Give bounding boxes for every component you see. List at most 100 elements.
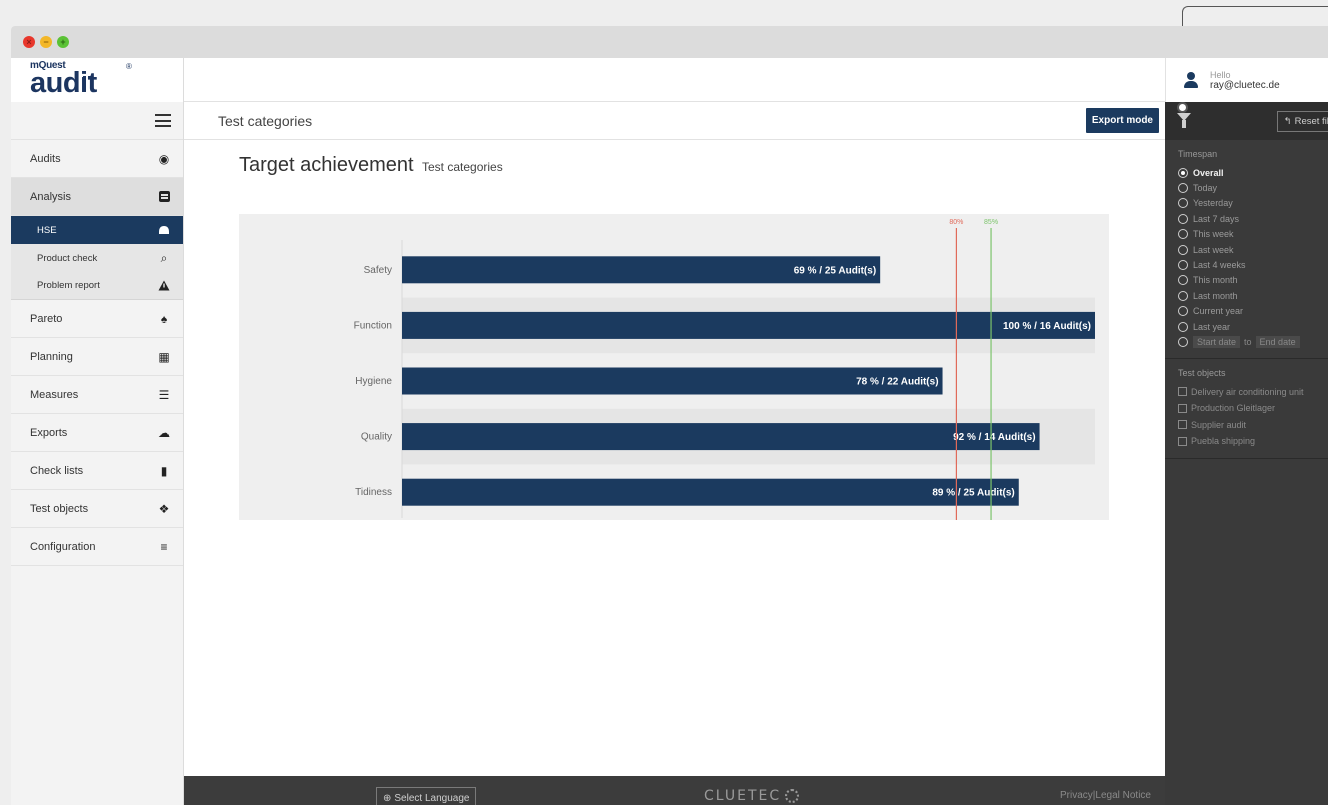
timespan-option[interactable]: Last 7 days (1178, 211, 1328, 226)
filter-panel: Hello ray@cluetec.de ↰ Reset filter Time… (1165, 58, 1328, 805)
bar-tidiness (402, 478, 1019, 506)
timespan-option[interactable]: Last 4 weeks (1178, 257, 1328, 272)
start-date-input[interactable]: Start date (1193, 335, 1241, 348)
test-object-label: Puebla shipping (1191, 436, 1256, 447)
checkbox[interactable] (1178, 420, 1187, 430)
radio-button[interactable] (1178, 290, 1188, 301)
timespan-option[interactable]: This month (1178, 273, 1328, 288)
category-label: Tidiness (355, 487, 392, 498)
hello-label: Hello (1210, 69, 1231, 80)
minimize-window-button[interactable]: − (40, 36, 52, 48)
sidebar-subitem-product-check[interactable]: Product check ⌕ (11, 244, 183, 272)
radio-button[interactable] (1178, 321, 1188, 332)
bar-data-label: 78 % / 22 Audit(s) (856, 377, 938, 388)
radio-button[interactable] (1178, 167, 1188, 178)
timespan-option[interactable]: Overall (1178, 165, 1328, 180)
close-window-button[interactable]: × (23, 36, 35, 48)
radio-button[interactable] (1178, 306, 1188, 317)
sidebar-item-audits[interactable]: Audits ◉ (11, 140, 183, 178)
test-object-option[interactable]: Puebla shipping (1178, 433, 1328, 450)
target-achievement-chart: Safety 69 % / 25 Audit(s) Function 100 % / … (239, 214, 1109, 525)
cluetec-brand: CLUETEC (704, 788, 800, 804)
clipboard-icon: ▮ (160, 463, 168, 478)
sidebar-item-analysis[interactable]: Analysis (11, 178, 183, 216)
sidebar-item-check-lists[interactable]: Check lists ▮ (11, 452, 183, 490)
page-subtitle: Test categories (422, 160, 503, 174)
tasks-icon: ☰ (158, 387, 170, 402)
privacy-link[interactable]: Privacy (1060, 790, 1093, 801)
sidebar-subitem-label: Product check (37, 252, 98, 264)
sidebar-item-pareto[interactable]: Pareto ♠ (11, 300, 183, 338)
select-language-button[interactable]: ⊕ Select Language (376, 787, 477, 805)
sidebar-item-label: Test objects (30, 502, 89, 515)
radio-button[interactable] (1178, 275, 1188, 286)
radio-button[interactable] (1178, 183, 1188, 194)
test-objects-section: Test objects ⌄ Delivery air conditioning… (1165, 359, 1328, 459)
timespan-option-label: Last week (1193, 244, 1234, 255)
target-label: 80% (949, 219, 963, 226)
timespan-option-label: Last 4 weeks (1193, 260, 1246, 271)
timespan-option-label: Last 7 days (1193, 213, 1240, 224)
timespan-option[interactable]: This week (1178, 227, 1328, 242)
sidebar-subitem-label: HSE (37, 224, 57, 236)
timespan-option[interactable]: Last month (1178, 288, 1328, 303)
timespan-option[interactable]: Current year (1178, 304, 1328, 319)
test-object-option[interactable]: Supplier audit (1178, 417, 1328, 434)
footer-links: Privacy|Legal Notice (1060, 790, 1151, 801)
section-title: Test categories (218, 112, 313, 129)
radio-button[interactable] (1178, 229, 1188, 240)
reset-filter-button[interactable]: ↰ Reset filter (1276, 110, 1328, 132)
timespan-option[interactable]: Last year (1178, 319, 1328, 334)
globe-icon: ⊕ (383, 792, 392, 804)
radio-button[interactable] (1178, 213, 1188, 224)
report-icon (157, 190, 171, 204)
sidebar-item-planning[interactable]: Planning ▦ (11, 338, 183, 376)
end-date-input[interactable]: End date (1255, 335, 1300, 348)
user-info[interactable]: Hello ray@cluetec.de (1165, 58, 1328, 102)
test-object-option[interactable]: Delivery air conditioning unit (1178, 384, 1328, 401)
database-icon: ≡ (160, 539, 168, 554)
sidebar-item-label: Audits (30, 152, 61, 165)
radio-button[interactable] (1178, 260, 1188, 271)
user-text: Hello ray@cluetec.de (1210, 70, 1280, 91)
radio-custom-range[interactable] (1178, 336, 1188, 347)
nav-list: Audits ◉ Analysis HSE Product check ⌕ Problem … (11, 140, 183, 566)
timespan-option-label: Overall (1193, 167, 1224, 178)
reset-filter-label: Reset filter (1294, 115, 1328, 127)
sidebar-item-exports[interactable]: Exports ☁ (11, 414, 183, 452)
page-heading: Target achievement Test categories (184, 140, 1165, 182)
test-object-option[interactable]: Production Gleitlager (1178, 400, 1328, 417)
test-object-label: Production Gleitlager (1191, 403, 1276, 414)
logo-big-text: audit (30, 67, 97, 99)
timespan-option-label: Today (1193, 183, 1218, 194)
legal-notice-link[interactable]: Legal Notice (1095, 790, 1151, 801)
timespan-section: Timespan ⌄ OverallTodayYesterdayLast 7 d… (1165, 140, 1328, 359)
export-mode-button[interactable]: Export mode (1085, 108, 1159, 133)
app-logo[interactable]: mQuest audit ® (11, 58, 183, 102)
checkbox[interactable] (1178, 436, 1187, 446)
chart-svg: Safety 69 % / 25 Audit(s) Function 100 % / … (354, 219, 1095, 525)
sidebar-item-configuration[interactable]: Configuration ≡ (11, 528, 183, 566)
sidebar-item-test-objects[interactable]: Test objects ❖ (11, 490, 183, 528)
sidebar-subitem-problem-report[interactable]: Problem report (11, 272, 183, 300)
hamburger-icon[interactable] (155, 114, 171, 127)
sidebar-subitem-hse[interactable]: HSE (11, 216, 183, 244)
timespan-option-label: Last month (1193, 290, 1238, 301)
maximize-window-button[interactable]: + (57, 36, 69, 48)
hardhat-icon (157, 223, 171, 237)
checkbox[interactable] (1178, 387, 1187, 397)
radio-button[interactable] (1178, 198, 1188, 209)
cubes-icon: ❖ (158, 501, 170, 516)
timespan-custom-range[interactable]: Start date to End date (1178, 334, 1328, 349)
checkbox[interactable] (1178, 403, 1187, 413)
sidebar-item-measures[interactable]: Measures ☰ (11, 376, 183, 414)
test-object-label: Delivery air conditioning unit (1191, 386, 1304, 397)
bar-data-label: 69 % / 25 Audit(s) (794, 265, 876, 276)
radio-button[interactable] (1178, 244, 1188, 255)
sidebar: mQuest audit ® Audits ◉ Analysis HSE Product… (11, 58, 184, 805)
test-object-label: Supplier audit (1191, 419, 1247, 430)
timespan-option[interactable]: Last week (1178, 242, 1328, 257)
timespan-option[interactable]: Today (1178, 180, 1328, 195)
filter-funnel-icon (1177, 113, 1191, 129)
timespan-option[interactable]: Yesterday (1178, 196, 1328, 211)
